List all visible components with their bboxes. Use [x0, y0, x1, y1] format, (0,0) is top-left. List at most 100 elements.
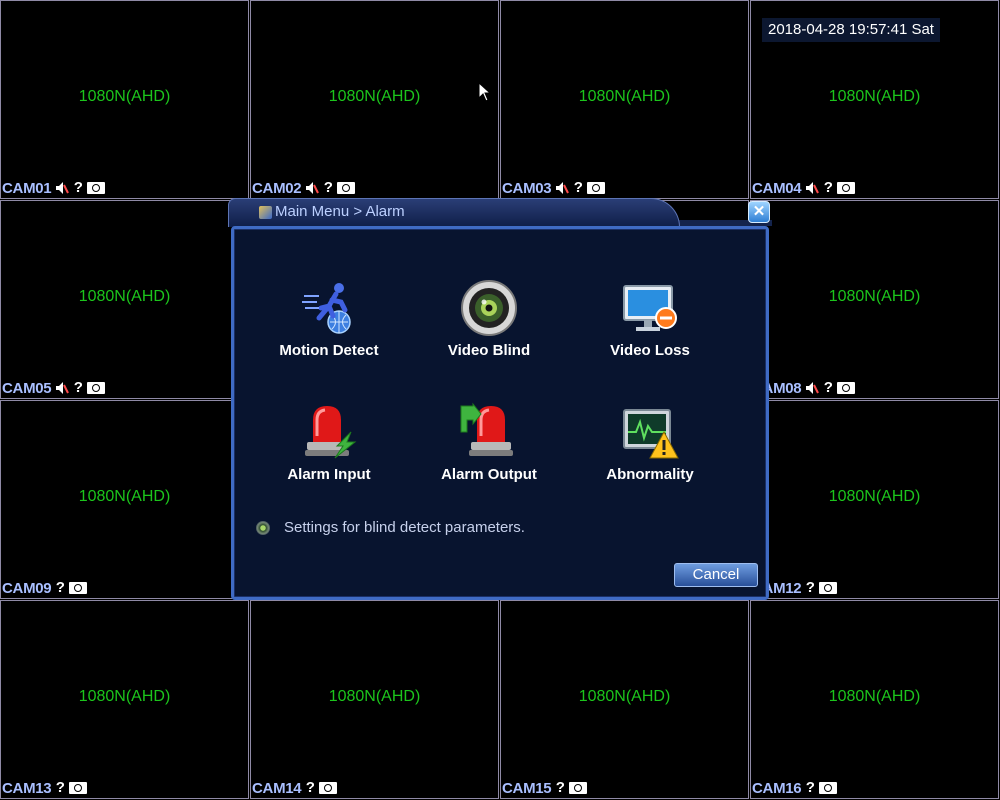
camera-name: CAM09 — [2, 579, 52, 597]
cancel-button[interactable]: Cancel — [674, 563, 758, 587]
camera-name: CAM14 — [252, 779, 302, 797]
motion-detect-icon — [302, 283, 351, 334]
no-signal-icon: ? — [73, 379, 83, 396]
record-camera-icon — [87, 182, 106, 194]
no-signal-icon: ? — [573, 179, 583, 196]
resolution-label: 1080N(AHD) — [828, 488, 921, 505]
no-signal-icon: ? — [555, 779, 565, 796]
camera-tile[interactable]: 1080N(AHD) CAM12? — [750, 400, 999, 599]
camera-status-bar: CAM04? — [752, 179, 856, 197]
resolution-label: 1080N(AHD) — [328, 688, 421, 705]
camera-name: CAM02 — [252, 179, 302, 197]
no-signal-icon: ? — [823, 379, 833, 396]
audio-muted-icon — [56, 182, 70, 194]
menu-item-label: Video Loss — [610, 342, 690, 359]
camera-tile[interactable]: 1080N(AHD) CAM08? — [750, 200, 999, 399]
camera-tile[interactable]: 1080N(AHD) CAM01? — [0, 0, 249, 199]
camera-name: CAM16 — [752, 779, 802, 797]
camera-status-bar: CAM13? — [2, 779, 88, 797]
menu-item-label: Video Blind — [447, 342, 531, 359]
menu-item-label: Motion Detect — [279, 342, 379, 359]
camera-name: CAM03 — [502, 179, 552, 197]
camera-tile[interactable]: 1080N(AHD) CAM03? — [500, 0, 749, 199]
audio-muted-icon — [806, 382, 820, 394]
camera-tile[interactable]: 1080N(AHD) CAM15? — [500, 600, 749, 799]
camera-status-bar: CAM16? — [752, 779, 838, 797]
no-signal-icon: ? — [823, 179, 833, 196]
camera-tile[interactable]: 1080N(AHD) CAM02? — [250, 0, 499, 199]
menu-item-label: Alarm Input — [287, 466, 371, 483]
camera-name: CAM15 — [502, 779, 552, 797]
menu-item-label: Abnormality — [606, 466, 694, 483]
camera-name: CAM13 — [2, 779, 52, 797]
record-camera-icon — [69, 782, 88, 794]
audio-muted-icon — [56, 382, 70, 394]
status-dot-icon — [256, 520, 270, 535]
resolution-label: 1080N(AHD) — [78, 288, 171, 305]
audio-muted-icon — [306, 182, 320, 194]
menu-item-motion-detect[interactable]: Motion Detect — [254, 278, 404, 359]
camera-tile[interactable]: 1080N(AHD) CAM16? — [750, 600, 999, 799]
camera-status-bar: CAM15? — [502, 779, 588, 797]
mouse-cursor-icon — [478, 82, 492, 102]
menu-item-alarm-input[interactable]: Alarm Input — [254, 402, 404, 483]
camera-name: CAM05 — [2, 379, 52, 397]
camera-status-bar: CAM05? — [2, 379, 106, 397]
no-signal-icon: ? — [55, 579, 65, 596]
menu-item-alarm-output[interactable]: Alarm Output — [414, 402, 564, 483]
no-signal-icon: ? — [323, 179, 333, 196]
camera-status-bar: CAM01? — [2, 179, 106, 197]
record-camera-icon — [319, 782, 338, 794]
resolution-label: 1080N(AHD) — [828, 688, 921, 705]
main-menu-icon — [259, 206, 272, 219]
no-signal-icon: ? — [73, 179, 83, 196]
close-button[interactable]: ✕ — [748, 201, 770, 223]
record-camera-icon — [837, 182, 856, 194]
resolution-label: 1080N(AHD) — [828, 88, 921, 105]
dialog-title: Main Menu > Alarm — [275, 203, 405, 220]
menu-item-video-blind[interactable]: Video Blind — [414, 278, 564, 359]
camera-tile[interactable]: 1080N(AHD) CAM13? — [0, 600, 249, 799]
abnormality-icon — [623, 409, 679, 459]
record-camera-icon — [337, 182, 356, 194]
resolution-label: 1080N(AHD) — [78, 88, 171, 105]
resolution-label: 1080N(AHD) — [828, 288, 921, 305]
record-camera-icon — [587, 182, 606, 194]
menu-item-abnormality[interactable]: Abnormality — [575, 402, 725, 483]
camera-name: CAM01 — [2, 179, 52, 197]
datetime-display: 2018-04-28 19:57:41 Sat — [762, 18, 940, 42]
menu-item-label: Alarm Output — [441, 466, 537, 483]
camera-name: CAM04 — [752, 179, 802, 197]
resolution-label: 1080N(AHD) — [78, 688, 171, 705]
hint-row: Settings for blind detect parameters. — [256, 519, 525, 536]
record-camera-icon — [837, 382, 856, 394]
menu-item-video-loss[interactable]: Video Loss — [575, 278, 725, 359]
no-signal-icon: ? — [805, 579, 815, 596]
no-signal-icon: ? — [55, 779, 65, 796]
alarm-menu-dialog: Main Menu > Alarm ✕ Motion Detect Video … — [228, 198, 772, 602]
hint-text: Settings for blind detect parameters. — [284, 519, 525, 536]
alarm-output-icon — [460, 402, 513, 456]
resolution-label: 1080N(AHD) — [578, 88, 671, 105]
video-loss-icon — [623, 285, 677, 331]
camera-tile[interactable]: 1080N(AHD) CAM09? — [0, 400, 249, 599]
camera-status-bar: CAM03? — [502, 179, 606, 197]
dialog-title-bar: Main Menu > Alarm — [228, 198, 680, 227]
resolution-label: 1080N(AHD) — [78, 488, 171, 505]
camera-tile[interactable]: 1080N(AHD) CAM14? — [250, 600, 499, 799]
camera-status-bar: CAM09? — [2, 579, 88, 597]
dialog-body: Motion Detect Video Blind Video Loss Ala… — [231, 226, 769, 600]
audio-muted-icon — [806, 182, 820, 194]
camera-status-bar: CAM14? — [252, 779, 338, 797]
no-signal-icon: ? — [305, 779, 315, 796]
video-blind-icon — [461, 280, 517, 336]
record-camera-icon — [819, 582, 838, 594]
record-camera-icon — [569, 782, 588, 794]
camera-status-bar: CAM02? — [252, 179, 356, 197]
alarm-input-icon — [305, 406, 357, 459]
resolution-label: 1080N(AHD) — [328, 88, 421, 105]
camera-tile[interactable]: 1080N(AHD) CAM05? — [0, 200, 249, 399]
resolution-label: 1080N(AHD) — [578, 688, 671, 705]
record-camera-icon — [819, 782, 838, 794]
audio-muted-icon — [556, 182, 570, 194]
